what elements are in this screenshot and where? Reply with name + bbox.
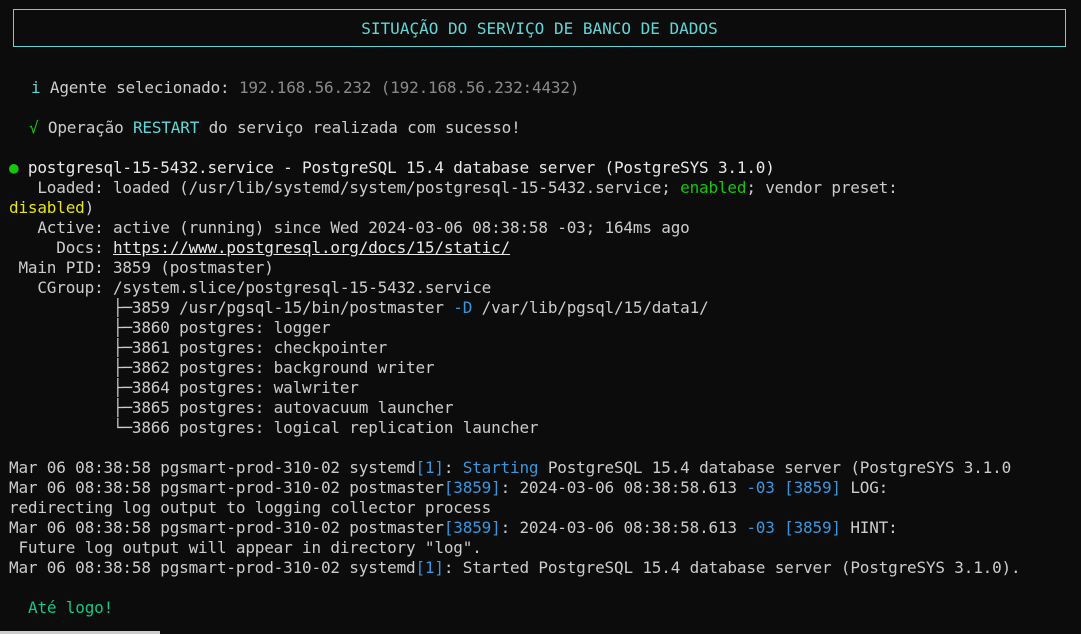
log-level: HINT: (840, 518, 898, 537)
log-line: Mar 06 08:38:58 pgsmart-prod-310-02 post… (9, 478, 888, 498)
loaded-line: Loaded: loaded (/usr/lib/systemd/system/… (9, 178, 898, 198)
log-line: Mar 06 08:38:58 pgsmart-prod-310-02 syst… (9, 458, 1011, 478)
log-line: Mar 06 08:38:58 pgsmart-prod-310-02 syst… (9, 558, 1021, 578)
active-value: active (running) since Wed 2024-03-06 08… (103, 218, 690, 237)
log-pid: [3859] (443, 478, 501, 497)
service-header: postgresql-15-5432.service - PostgreSQL … (27, 158, 775, 177)
log-pid: [3859] (443, 518, 501, 537)
log-space (775, 478, 784, 497)
log-prefix: Mar 06 08:38:58 pgsmart-prod-310-02 post… (9, 518, 444, 537)
cgroup-value: /system.slice/postgresql-15-5432.service (103, 278, 492, 297)
process-line: ├─3861 postgres: checkpointer (9, 338, 388, 357)
log-pid: [3859] (784, 518, 841, 537)
process-main-path: /var/lib/pgsql/15/data1/ (472, 298, 709, 317)
process-line: ├─3865 postgres: autovacuum launcher (9, 398, 454, 417)
log-message: PostgreSQL 15.4 database server (Postgre… (538, 458, 1012, 477)
success-suffix: do serviço realizada com sucesso! (208, 118, 521, 137)
log-message: : Started PostgreSQL 15.4 database serve… (443, 558, 1021, 577)
log-starting: Starting (462, 458, 539, 477)
log-timezone: -03 (746, 478, 775, 497)
log-prefix: Mar 06 08:38:58 pgsmart-prod-310-02 post… (9, 478, 444, 497)
log-line: Future log output will appear in directo… (9, 538, 482, 557)
service-header-line: ● postgresql-15-5432.service - PostgreSQ… (9, 158, 775, 178)
farewell-message: Até logo! (28, 598, 114, 617)
success-action: RESTART (132, 118, 200, 137)
active-label: Active: (9, 218, 104, 237)
main-pid-line: Main PID: 3859 (postmaster) (9, 258, 274, 278)
docs-link[interactable]: https://www.postgresql.org/docs/15/stati… (113, 238, 510, 257)
log-colon: : (443, 458, 463, 477)
log-pid: [1] (415, 458, 444, 477)
cgroup-line: CGroup: /system.slice/postgresql-15-5432… (9, 278, 491, 298)
pid-label: Main PID: (9, 258, 104, 277)
docs-line: Docs: https://www.postgresql.org/docs/15… (9, 238, 510, 258)
log-timestamp: : 2024-03-06 08:38:58.613 (500, 478, 747, 497)
log-space (775, 518, 784, 537)
log-timestamp: : 2024-03-06 08:38:58.613 (500, 518, 747, 537)
active-line: Active: active (running) since Wed 2024-… (9, 218, 690, 238)
loaded-continuation-line: disabled) (9, 198, 94, 218)
cgroup-label: CGroup: (9, 278, 104, 297)
docs-label: Docs: (9, 238, 104, 257)
process-line: ├─3864 postgres: walwriter (9, 378, 359, 397)
process-main-prefix: ├─3859 /usr/pgsql-15/bin/postmaster (9, 298, 454, 317)
enabled-status: enabled (680, 178, 747, 197)
process-line: └─3866 postgres: logical replication lau… (9, 418, 539, 437)
log-prefix: Mar 06 08:38:58 pgsmart-prod-310-02 syst… (9, 458, 416, 477)
process-line: ├─3860 postgres: logger (9, 318, 331, 337)
log-line: Mar 06 08:38:58 pgsmart-prod-310-02 post… (9, 518, 898, 538)
log-line: redirecting log output to logging collec… (9, 498, 492, 517)
agent-info-line: i Agente selecionado: 192.168.56.232 (19… (31, 78, 579, 98)
loaded-label: Loaded: (9, 178, 104, 197)
banner-title: SITUAÇÃO DO SERVIÇO DE BANCO DE DADOS (361, 18, 718, 38)
banner-box: SITUAÇÃO DO SERVIÇO DE BANCO DE DADOS (13, 9, 1066, 47)
loaded-close: ) (84, 198, 95, 217)
agent-label: Agente selecionado: (49, 78, 230, 97)
check-icon: √ (29, 118, 39, 137)
disabled-status: disabled (9, 198, 85, 217)
log-level: LOG: (840, 478, 889, 497)
agent-value: 192.168.56.232 (192.168.56.232:4432) (238, 78, 580, 97)
status-dot-icon: ● (9, 158, 19, 177)
log-pid: [3859] (784, 478, 841, 497)
process-line: ├─3862 postgres: background writer (9, 358, 435, 377)
success-prefix: Operação (47, 118, 124, 137)
process-main-flag: -D (453, 298, 473, 317)
terminal-window[interactable]: SITUAÇÃO DO SERVIÇO DE BANCO DE DADOS i … (0, 0, 1081, 634)
pid-value: 3859 (postmaster) (103, 258, 274, 277)
info-icon: i (31, 78, 41, 97)
log-pid: [1] (415, 558, 444, 577)
loaded-rest: ; vendor preset: (746, 178, 898, 197)
log-prefix: Mar 06 08:38:58 pgsmart-prod-310-02 syst… (9, 558, 416, 577)
process-main-line: ├─3859 /usr/pgsql-15/bin/postmaster -D /… (9, 298, 709, 318)
success-line: √ Operação RESTART do serviço realizada … (29, 118, 521, 138)
loaded-value: loaded (/usr/lib/systemd/system/postgres… (103, 178, 671, 197)
log-timezone: -03 (746, 518, 775, 537)
